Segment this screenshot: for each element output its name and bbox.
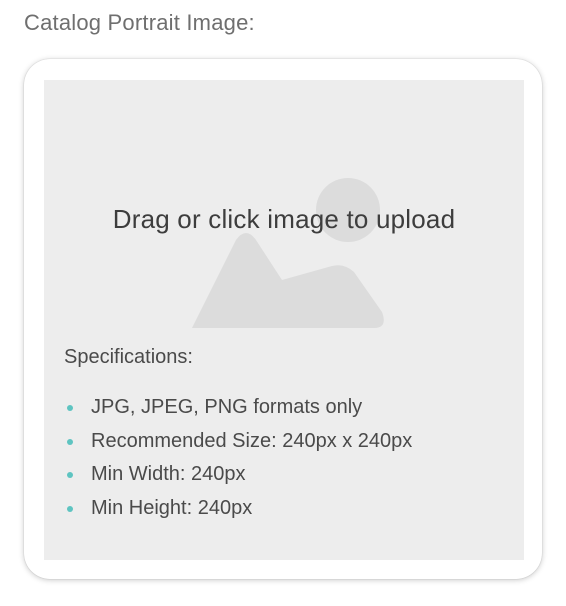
- bullet-icon: [67, 405, 73, 411]
- specifications-title: Specifications:: [64, 346, 193, 368]
- spec-item-text: Min Height: 240px: [91, 496, 253, 519]
- specifications: Specifications: JPG, JPEG, PNG formats o…: [64, 346, 504, 525]
- spec-item-text: Recommended Size: 240px x 240px: [91, 429, 413, 452]
- spec-item-text: JPG, JPEG, PNG formats only: [91, 396, 363, 418]
- specifications-list: JPG, JPEG, PNG formats only Recommended …: [64, 391, 504, 525]
- bullet-icon: [67, 438, 73, 445]
- spec-item: Min Width: 240px: [64, 458, 504, 492]
- field-label: Catalog Portrait Image:: [24, 10, 255, 35]
- image-dropzone[interactable]: Drag or click image to upload Specificat…: [44, 80, 524, 560]
- upload-prompt: Drag or click image to upload: [112, 204, 456, 234]
- upload-card: Drag or click image to upload Specificat…: [24, 59, 542, 579]
- mountain-shape: [192, 233, 384, 328]
- spec-item: Min Height: 240px: [64, 492, 504, 526]
- spec-item-text: Min Width: 240px: [91, 463, 246, 485]
- bullet-icon: [67, 505, 73, 512]
- image-placeholder-icon: [192, 178, 384, 328]
- spec-item: Recommended Size: 240px x 240px: [64, 425, 504, 459]
- bullet-icon: [67, 472, 73, 478]
- spec-item: JPG, JPEG, PNG formats only: [64, 391, 504, 425]
